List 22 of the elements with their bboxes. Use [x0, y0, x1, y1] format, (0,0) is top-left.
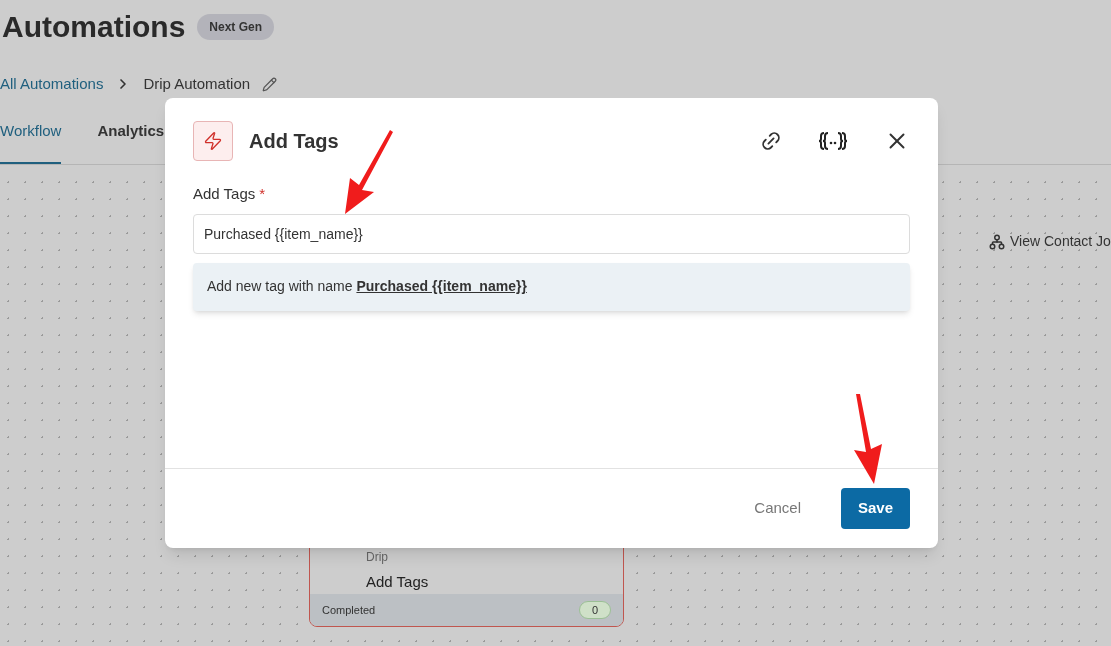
view-contact-link[interactable]: View Contact Jo [988, 231, 1111, 252]
field-label: Add Tags [193, 184, 256, 204]
edit-icon[interactable] [262, 76, 278, 92]
node-title: Add Tags [366, 572, 430, 592]
braces-icon[interactable] [818, 132, 848, 150]
required-mark: * [259, 184, 266, 204]
save-button[interactable]: Save [841, 488, 910, 529]
tab[interactable]: Workflow [0, 119, 62, 164]
node-subtitle: Drip [366, 551, 389, 563]
tags-input[interactable]: Purchased {{item_name}} [193, 213, 910, 254]
breadcrumb-link[interactable]: All Automations [0, 73, 104, 96]
fork-icon [988, 232, 1006, 251]
bolt-icon [193, 121, 233, 161]
tab[interactable]: Analytics [97, 119, 165, 164]
next-gen-badge: Next Gen [197, 13, 274, 40]
cancel-button[interactable]: Cancel [754, 497, 801, 520]
suggestion-option[interactable]: Add new tag with name Purchased {{item_name}} [193, 262, 910, 311]
count-badge: 0 [578, 600, 611, 620]
breadcrumb-current: Drip Automation [143, 74, 251, 94]
page-title: Automations [2, 9, 186, 45]
node-status: Completed [322, 602, 376, 618]
modal-title: Add Tags [249, 129, 339, 154]
